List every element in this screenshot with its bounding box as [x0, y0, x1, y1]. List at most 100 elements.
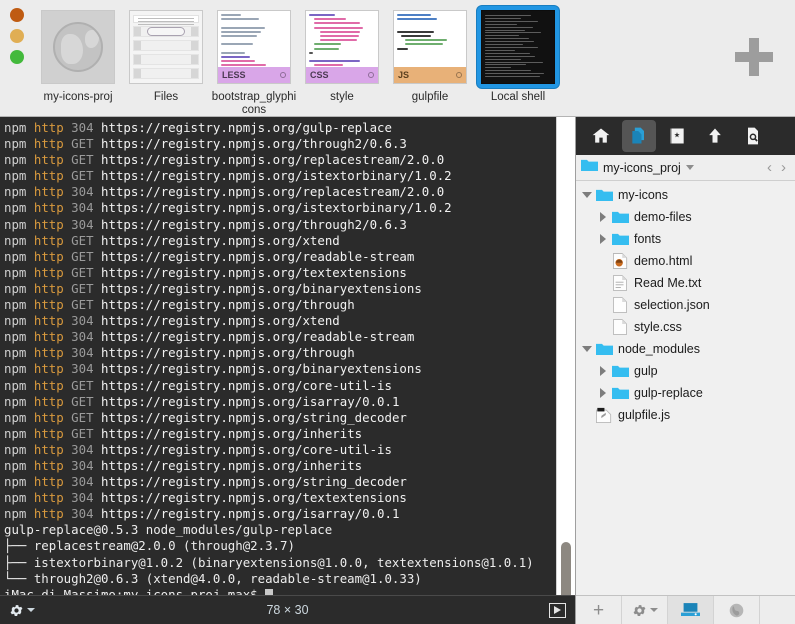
upload-icon[interactable]	[698, 120, 732, 152]
tree-item-label: my-icons	[618, 188, 669, 202]
tab-local-shell[interactable]: Local shell	[474, 6, 562, 104]
npm-status: 304	[71, 361, 94, 377]
npm-status: GET	[71, 409, 94, 425]
terminal-column: npm http 304 https://registry.npmjs.org/…	[0, 117, 575, 624]
tree-item-gulpfile-js[interactable]: gulpfile.js	[576, 404, 795, 426]
npm-method: http	[33, 152, 64, 168]
tree-item-demo-html[interactable]: demo.html	[576, 250, 795, 272]
terminal-app-window: my-icons-proj Files LESS bootstrap_glyph…	[0, 0, 795, 624]
disclosure-triangle-closed-icon[interactable]	[596, 234, 610, 244]
close-button[interactable]	[10, 8, 24, 22]
snippets-icon[interactable]	[660, 120, 694, 152]
npm-url: https://registry.npmjs.org/textextension…	[101, 264, 407, 280]
npm-url: https://registry.npmjs.org/through	[101, 297, 355, 313]
run-button[interactable]	[549, 602, 566, 618]
npm-status: GET	[71, 168, 94, 184]
npm-tag: npm	[4, 457, 27, 473]
tree-item-label: gulpfile.js	[618, 408, 671, 422]
forward-button[interactable]: ›	[781, 160, 786, 175]
folder-icon	[581, 158, 598, 177]
terminal-line: npm http 304 https://registry.npmjs.org/…	[4, 458, 575, 474]
tree-item-label: fonts	[634, 232, 662, 246]
zoom-button[interactable]	[10, 50, 24, 64]
code-preview	[306, 11, 378, 67]
tab-label: style	[330, 91, 354, 103]
tree-item-gulp[interactable]: gulp	[576, 360, 795, 382]
back-button[interactable]: ‹	[767, 160, 772, 175]
npm-url: https://registry.npmjs.org/binaryextensi…	[101, 280, 422, 296]
terminal-output[interactable]: npm http 304 https://registry.npmjs.org/…	[0, 117, 575, 595]
tab-gulpfile[interactable]: JS gulpfile	[386, 6, 474, 104]
tree-item-demo-files[interactable]: demo-files	[576, 206, 795, 228]
language-badge: JS	[394, 67, 466, 83]
new-tab-button[interactable]	[735, 38, 773, 76]
npm-method: http	[33, 425, 64, 441]
chevron-down-icon	[27, 608, 35, 612]
npm-method: http	[33, 280, 64, 296]
npm-url: https://registry.npmjs.org/xtend	[101, 313, 340, 329]
sidebar-bottom-toolbar: +	[576, 595, 795, 624]
terminal-line: gulp-replace@0.5.3 node_modules/gulp-rep…	[4, 522, 575, 538]
terminal-line: npm http GET https://registry.npmjs.org/…	[4, 378, 575, 394]
npm-url: https://registry.npmjs.org/replacestream…	[101, 152, 445, 168]
home-icon[interactable]	[584, 120, 618, 152]
file-browser-sidebar: my-icons_proj ‹ › my-icons demo-files font…	[575, 117, 795, 624]
tree-item-gulp-replace[interactable]: gulp-replace	[576, 382, 795, 404]
npm-method: http	[33, 409, 64, 425]
disclosure-triangle-open-icon[interactable]	[580, 346, 594, 352]
terminal-prompt[interactable]: iMac-di-Massimo:my-icons_proj max$	[4, 587, 575, 595]
tab-label: bootstrap_glyphicons	[211, 91, 297, 116]
window-controls	[0, 0, 34, 116]
tree-item-style-css[interactable]: style.css	[576, 316, 795, 338]
local-disk-icon[interactable]	[668, 596, 714, 624]
prompt-text: iMac-di-Massimo:my-icons_proj max$	[4, 586, 266, 595]
chevron-down-icon[interactable]	[685, 165, 694, 170]
terminal-line: npm http 304 https://registry.npmjs.org/…	[4, 490, 575, 506]
tab-thumbnail-frame	[125, 6, 207, 88]
terminal-line: npm http 304 https://registry.npmjs.org/…	[4, 313, 575, 329]
language-label: CSS	[310, 70, 329, 80]
npm-method: http	[33, 264, 64, 280]
tab-my-icons-proj[interactable]: my-icons-proj	[34, 6, 122, 104]
tree-item-selection-json[interactable]: selection.json	[576, 294, 795, 316]
npm-url: https://registry.npmjs.org/readable-stre…	[101, 248, 415, 264]
disclosure-triangle-closed-icon[interactable]	[596, 366, 610, 376]
disclosure-triangle-closed-icon[interactable]	[596, 212, 610, 222]
npm-status: 304	[71, 441, 94, 457]
npm-status: GET	[71, 264, 94, 280]
disclosure-triangle-closed-icon[interactable]	[596, 388, 610, 398]
tree-item-read-me-txt[interactable]: Read Me.txt	[576, 272, 795, 294]
tab-label: gulpfile	[411, 91, 449, 103]
tree-item-fonts[interactable]: fonts	[576, 228, 795, 250]
breadcrumb-label[interactable]: my-icons_proj	[603, 161, 681, 175]
unsaved-dot-icon	[280, 72, 286, 78]
terminal-scrollbar-thumb[interactable]	[561, 542, 571, 595]
npm-tag: npm	[4, 280, 27, 296]
tree-item-my-icons[interactable]: my-icons	[576, 184, 795, 206]
terminal-status-bar: 78 × 30	[0, 595, 575, 624]
tab-bootstrap-glyphicons[interactable]: LESS bootstrap_glyphicons	[210, 6, 298, 117]
tab-files[interactable]: Files	[122, 6, 210, 104]
npm-method: http	[33, 377, 64, 393]
npm-status: GET	[71, 232, 94, 248]
disclosure-triangle-open-icon[interactable]	[580, 192, 594, 198]
npm-tag: npm	[4, 361, 27, 377]
file-tree[interactable]: my-icons demo-files fonts demo.html Read Me.…	[576, 181, 795, 595]
tree-item-node-modules[interactable]: node_modules	[576, 338, 795, 360]
main-body: npm http 304 https://registry.npmjs.org/…	[0, 117, 795, 624]
npm-tag: npm	[4, 264, 27, 280]
terminal-line: npm http 304 https://registry.npmjs.org/…	[4, 200, 575, 216]
minimize-button[interactable]	[10, 29, 24, 43]
terminal-scrollbar[interactable]	[556, 117, 575, 595]
files-icon[interactable]	[622, 120, 656, 152]
tab-style[interactable]: CSS style	[298, 6, 386, 104]
terminal-settings-button[interactable]	[9, 603, 35, 618]
search-file-icon[interactable]	[736, 120, 770, 152]
npm-tag: npm	[4, 329, 27, 345]
add-icon[interactable]: +	[576, 596, 622, 624]
remote-globe-icon[interactable]	[714, 596, 760, 624]
terminal-line: npm http 304 https://registry.npmjs.org/…	[4, 217, 575, 233]
script-file-icon	[594, 407, 614, 423]
gear-icon[interactable]	[622, 596, 668, 624]
terminal-line: ├── replacestream@2.0.0 (through@2.3.7)	[4, 538, 575, 554]
